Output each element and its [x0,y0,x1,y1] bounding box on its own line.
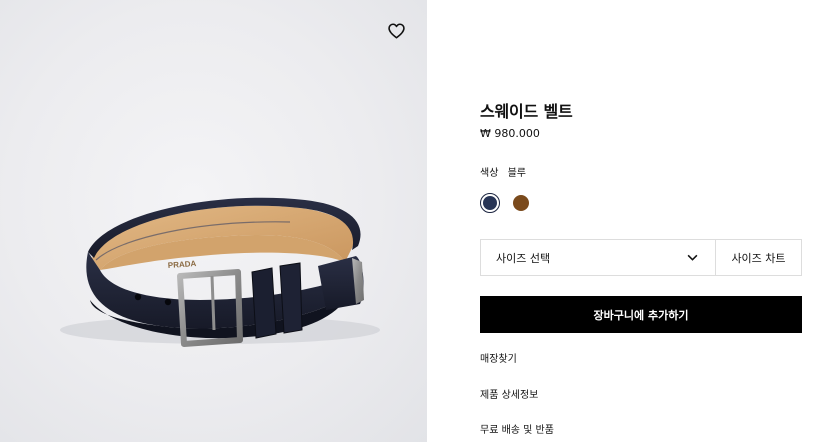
heart-outline-icon [387,23,405,39]
size-row: 사이즈 선택 사이즈 차트 [480,239,802,276]
size-select-dropdown[interactable]: 사이즈 선택 [481,240,716,275]
color-info: 색상 블루 [480,164,526,179]
shipping-returns-link[interactable]: 무료 배송 및 반품 [480,421,554,436]
size-chart-button[interactable]: 사이즈 차트 [716,240,801,275]
size-select-label: 사이즈 선택 [496,251,551,265]
wishlist-button[interactable] [384,19,408,43]
color-swatches [480,193,560,215]
color-label: 색상 [480,168,499,179]
product-price: ₩ 980.000 [480,127,540,140]
product-page: PRADA 스웨이드 벨트 ₩ 980.000 색상 블루 사이즈 선택 사이즈… [0,0,835,442]
swatch-navy-dot [483,196,497,210]
product-title: 스웨이드 벨트 [480,102,573,121]
swatch-navy[interactable] [480,193,500,213]
product-image: PRADA [0,0,427,442]
chevron-down-icon [687,254,698,261]
product-details-link[interactable]: 제품 상세정보 [480,386,538,401]
store-finder-link[interactable]: 매장찾기 [480,350,517,365]
swatch-brown[interactable] [513,195,529,211]
color-value: 블루 [507,168,526,179]
size-chart-label: 사이즈 차트 [731,251,786,265]
add-to-cart-button[interactable]: 장바구니에 추가하기 [480,296,802,333]
svg-text:PRADA: PRADA [168,259,197,270]
belt-illustration: PRADA [60,197,380,347]
